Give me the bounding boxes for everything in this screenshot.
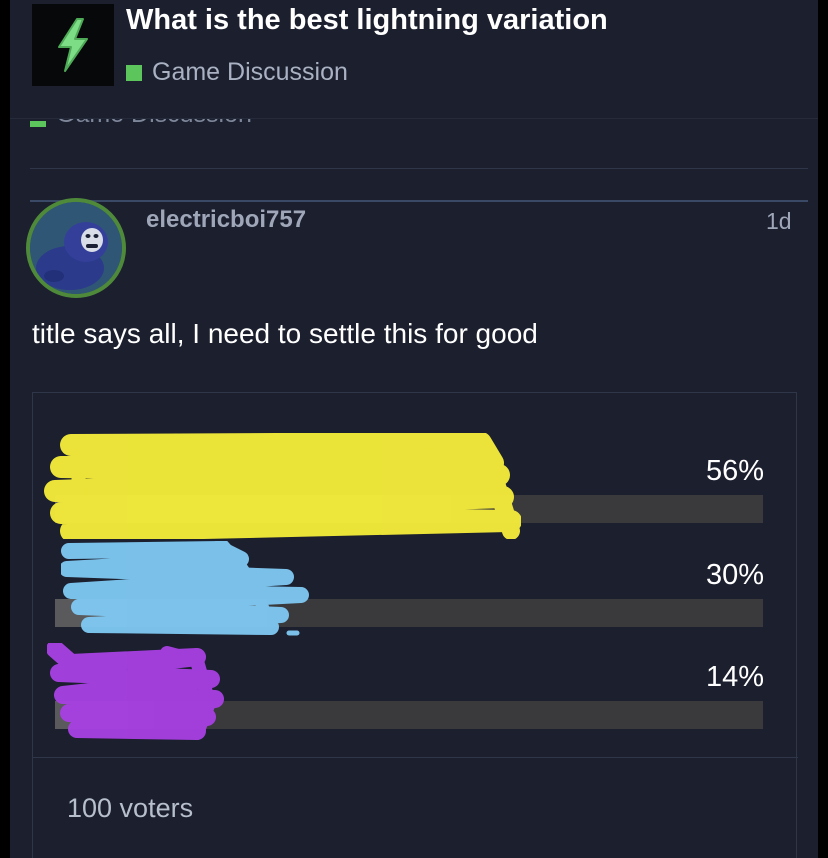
- avatar[interactable]: [26, 198, 126, 298]
- poll-bar-fill: [55, 701, 155, 729]
- poll-voters-count: 100 voters: [67, 793, 194, 823]
- poll-option-percent: 14%: [705, 661, 764, 693]
- gorilla-avatar-icon: [30, 202, 122, 294]
- poll-option-percent: 56%: [705, 455, 764, 487]
- post-body: title says all, I need to settle this fo…: [32, 318, 538, 349]
- topic-header: What is the best lightning variation Gam…: [10, 0, 818, 119]
- poll-option-3[interactable]: 14%: [33, 643, 798, 741]
- poll-footer-divider: [33, 757, 798, 758]
- screenshot-frame: What is the best lightning variation Gam…: [0, 0, 828, 858]
- poll: 56% 30% 14% 100 voters: [32, 392, 798, 858]
- post-top-border: [30, 200, 808, 202]
- poll-bar-track: [55, 599, 763, 627]
- poll-option-2[interactable]: 30%: [33, 541, 798, 639]
- topic-title[interactable]: What is the best lightning variation: [126, 4, 608, 37]
- category-color-swatch: [30, 120, 46, 127]
- category-label: Game Discussion: [152, 58, 348, 86]
- forum-logo[interactable]: [32, 4, 114, 86]
- category-badge[interactable]: Game Discussion: [126, 58, 348, 87]
- poll-option-1[interactable]: 56%: [33, 433, 798, 539]
- forum-app: What is the best lightning variation Gam…: [10, 0, 818, 858]
- poll-bar-track: [55, 495, 763, 523]
- scribble-redaction: [44, 433, 521, 539]
- poll-bar-fill: [55, 495, 452, 523]
- poll-bar-fill: [55, 599, 268, 627]
- category-color-swatch: [126, 64, 142, 81]
- post-age[interactable]: 1d: [766, 208, 792, 235]
- poll-option-percent: 30%: [705, 559, 764, 591]
- divider: [30, 168, 808, 169]
- lightning-bolt-icon: [58, 18, 88, 72]
- poll-bar-track: [55, 701, 763, 729]
- post-username[interactable]: electricboi757: [146, 206, 306, 234]
